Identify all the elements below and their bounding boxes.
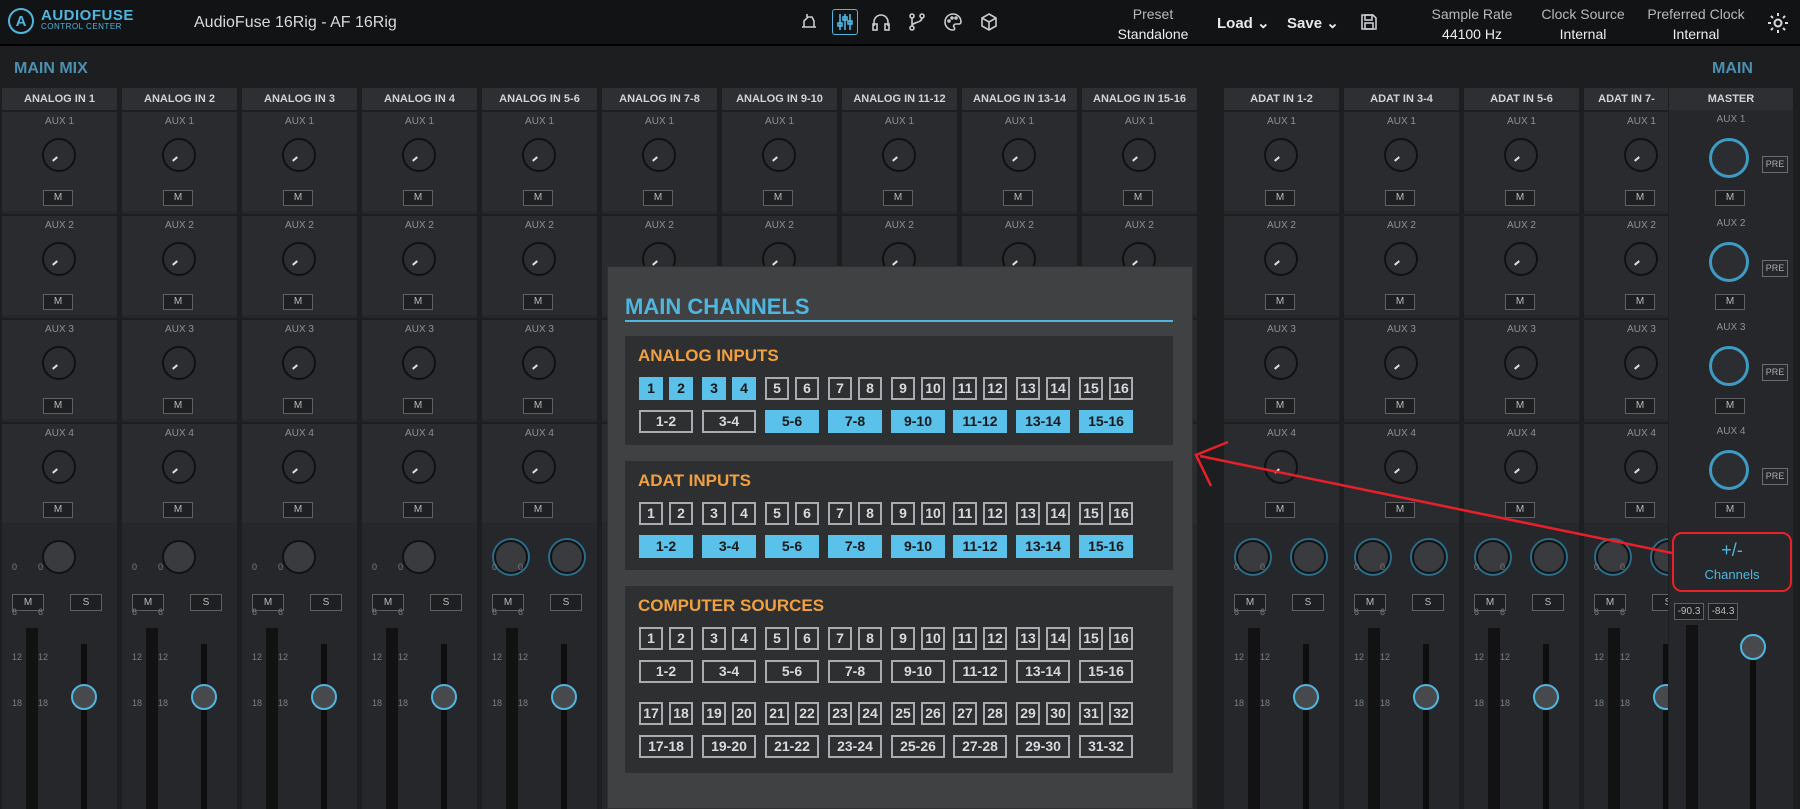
annotation-arrow bbox=[1194, 440, 1673, 555]
app-window: A AUDIOFUSE CONTROL CENTER AudioFuse 16R… bbox=[0, 0, 1800, 809]
